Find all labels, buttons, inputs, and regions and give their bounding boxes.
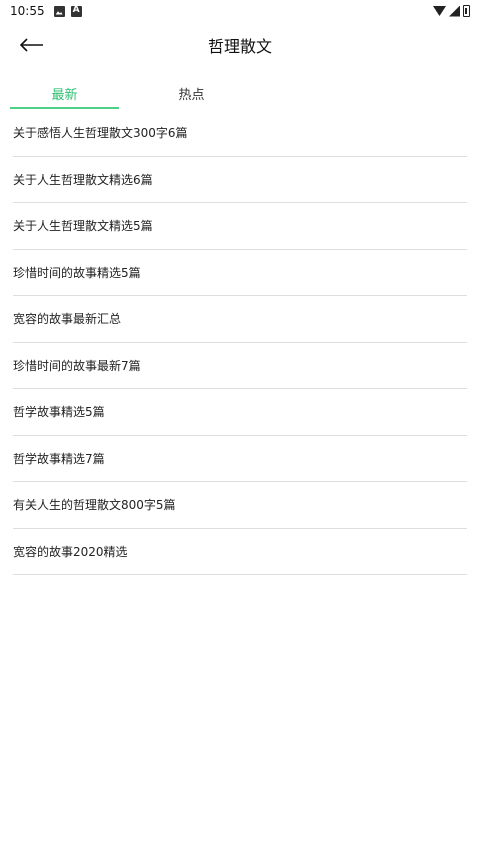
signal-icon xyxy=(449,5,460,17)
tab-indicator xyxy=(10,107,119,109)
list-item[interactable]: 哲学故事精选7篇 xyxy=(13,436,467,482)
list-item[interactable]: 宽容的故事2020精选 xyxy=(13,529,467,575)
list-item[interactable]: 哲学故事精选5篇 xyxy=(13,389,467,436)
back-button[interactable] xyxy=(14,28,50,62)
list-item[interactable]: 珍惜时间的故事最新7篇 xyxy=(13,343,467,389)
photo-icon xyxy=(53,5,65,17)
list-item[interactable]: 关于人生哲理散文精选5篇 xyxy=(13,203,467,250)
wifi-icon xyxy=(433,6,446,16)
status-right-icons xyxy=(433,5,470,17)
status-left-icons xyxy=(53,5,82,17)
tab-latest[interactable]: 最新 xyxy=(10,76,119,110)
status-time: 10:55 xyxy=(10,4,45,18)
tab-hot[interactable]: 热点 xyxy=(137,76,246,110)
article-list: 关于感悟人生哲理散文300字6篇 关于人生哲理散文精选6篇 关于人生哲理散文精选… xyxy=(13,110,467,575)
list-item[interactable]: 珍惜时间的故事精选5篇 xyxy=(13,250,467,296)
tab-bar: 最新 热点 xyxy=(0,76,480,110)
app-bar: 哲理散文 xyxy=(0,22,480,68)
battery-icon xyxy=(463,5,470,17)
list-item[interactable]: 关于人生哲理散文精选6篇 xyxy=(13,157,467,203)
page-title: 哲理散文 xyxy=(207,37,272,56)
list-item[interactable]: 关于感悟人生哲理散文300字6篇 xyxy=(13,110,467,157)
list-item[interactable]: 有关人生的哲理散文800字5篇 xyxy=(13,482,467,529)
list-item[interactable]: 宽容的故事最新汇总 xyxy=(13,296,467,343)
font-icon xyxy=(70,5,82,17)
status-bar: 10:55 xyxy=(0,0,480,22)
arrow-left-icon xyxy=(20,38,43,52)
